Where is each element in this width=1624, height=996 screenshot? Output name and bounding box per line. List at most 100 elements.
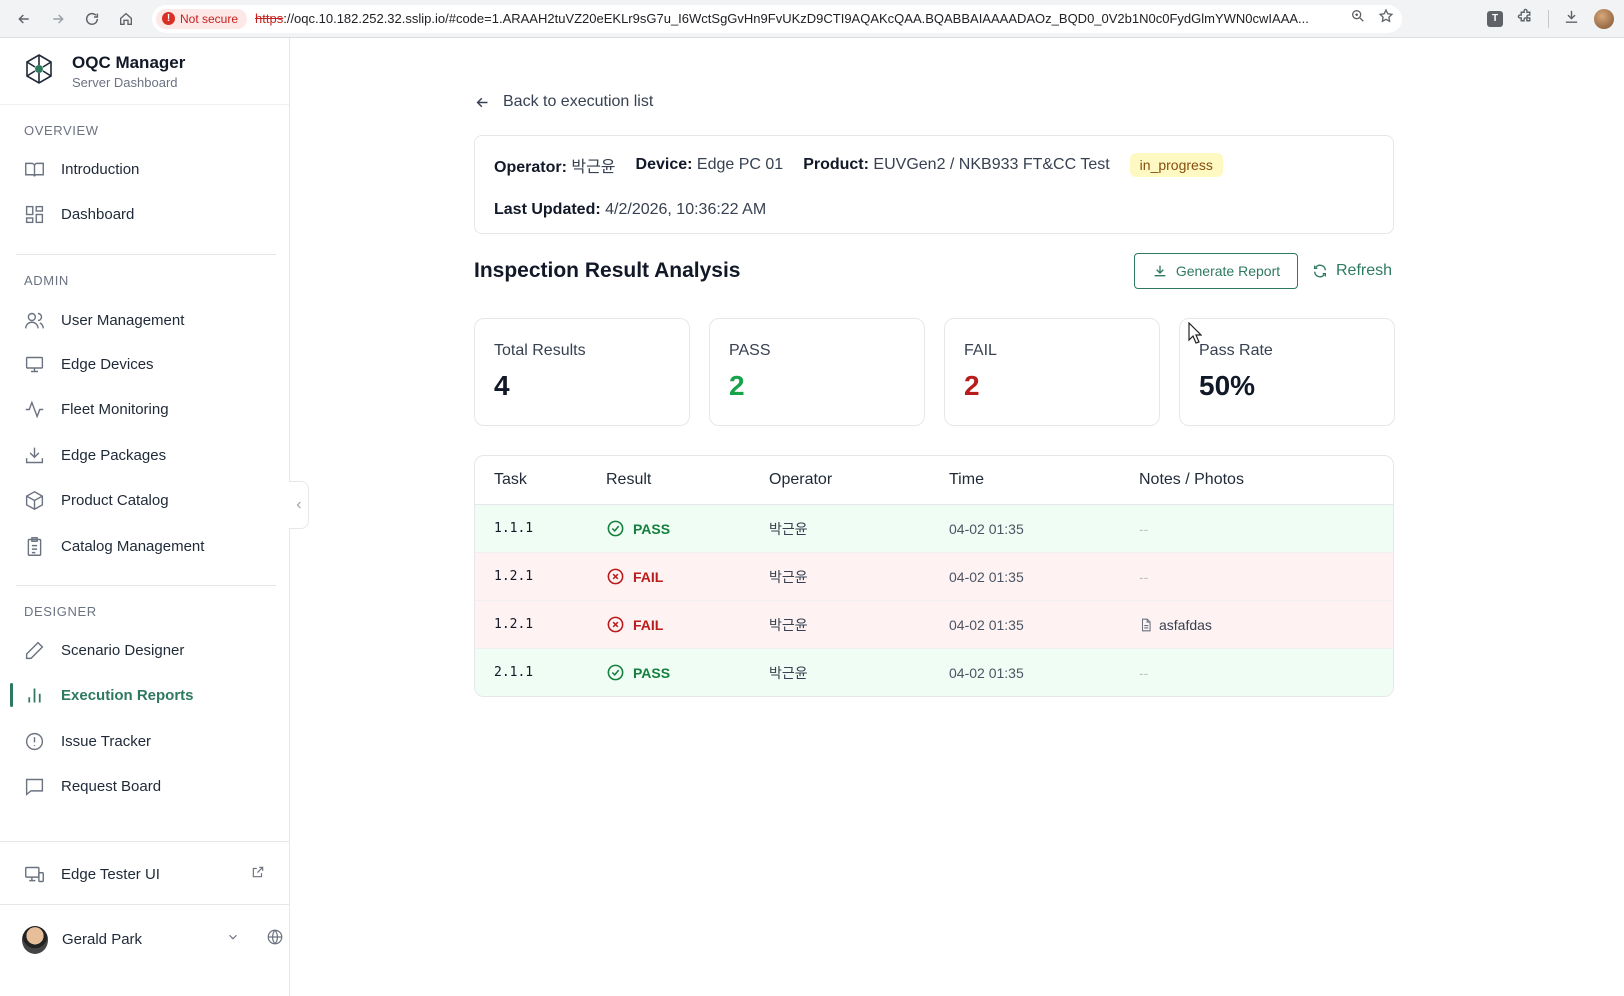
sidebar-item-label: Catalog Management <box>61 537 205 555</box>
extension-t-icon[interactable]: T <box>1487 10 1503 27</box>
back-icon[interactable] <box>10 5 38 33</box>
result-pass: PASS <box>606 519 769 538</box>
stat-label: FAIL <box>964 342 997 359</box>
refresh-label: Refresh <box>1336 262 1393 279</box>
column-header-operator[interactable]: Operator <box>769 471 949 489</box>
bookmark-star-icon[interactable] <box>1378 8 1394 29</box>
monitor-icon <box>25 356 44 372</box>
zoom-icon[interactable] <box>1350 8 1366 29</box>
sidebar-item-edge-packages[interactable]: Edge Packages <box>0 435 289 475</box>
row-time: 04-02 01:35 <box>949 616 1024 633</box>
table-row[interactable]: 2.1.1 PASS 박근윤 04-02 01:35 -- <box>475 649 1393 696</box>
profile-avatar-icon[interactable] <box>1594 8 1614 29</box>
avatar <box>22 925 48 954</box>
result-fail: FAIL <box>606 615 769 634</box>
brand[interactable]: OQC Manager Server Dashboard <box>0 38 289 105</box>
sidebar-item-edge-tester-ui[interactable]: Edge Tester UI <box>0 854 289 894</box>
sidebar-item-scenario-designer[interactable]: Scenario Designer <box>0 630 289 670</box>
table-row[interactable]: 1.2.1 FAIL 박근윤 04-02 01:35 -- <box>475 553 1393 601</box>
table-row[interactable]: 1.1.1 PASS 박근윤 04-02 01:35 -- <box>475 505 1393 553</box>
sidebar-item-request-board[interactable]: Request Board <box>0 766 289 806</box>
row-time: 04-02 01:35 <box>949 520 1024 537</box>
sidebar-item-introduction[interactable]: Introduction <box>0 149 289 189</box>
download-tray-icon <box>25 447 44 463</box>
bar-chart-icon <box>28 688 41 702</box>
sidebar-item-label: Issue Tracker <box>61 732 152 750</box>
url-text[interactable]: https://oqc.10.182.252.32.sslip.io/#code… <box>255 11 1342 26</box>
clipboard-icon <box>27 536 42 556</box>
grid-icon <box>25 205 44 223</box>
box-icon <box>25 490 44 510</box>
sidebar-item-label: Edge Devices <box>61 355 154 373</box>
table-header: Task Result Operator Time Notes / Photos <box>475 456 1393 505</box>
sidebar-item-issue-tracker[interactable]: Issue Tracker <box>0 721 289 761</box>
sidebar-item-edge-devices[interactable]: Edge Devices <box>0 344 289 384</box>
sidebar-item-catalog-management[interactable]: Catalog Management <box>0 526 289 566</box>
table-row[interactable]: 1.2.1 FAIL 박근윤 04-02 01:35 asfafdas <box>475 601 1393 649</box>
not-secure-chip[interactable]: ! Not secure <box>156 8 248 29</box>
sidebar-item-fleet-monitoring[interactable]: Fleet Monitoring <box>0 389 289 429</box>
sidebar: OQC Manager Server Dashboard OVERVIEW In… <box>0 38 290 996</box>
row-notes: -- <box>1139 520 1149 537</box>
section-label-overview: OVERVIEW <box>24 123 99 138</box>
extensions-puzzle-icon[interactable] <box>1517 8 1534 30</box>
book-icon <box>25 162 44 177</box>
chevron-left-icon <box>296 501 301 509</box>
row-note-link[interactable]: asfafdas <box>1139 617 1393 633</box>
row-operator: 박근윤 <box>769 520 808 537</box>
stat-label: Total Results <box>494 342 586 359</box>
result-fail: FAIL <box>606 567 769 586</box>
downloads-icon[interactable] <box>1563 8 1580 30</box>
result-pass: PASS <box>606 663 769 682</box>
stat-card-fail: FAIL 2 <box>944 318 1160 426</box>
column-header-time[interactable]: Time <box>949 471 1139 489</box>
check-circle-icon <box>607 520 624 537</box>
stat-label: PASS <box>729 342 771 359</box>
sidebar-item-label: User Management <box>61 311 185 329</box>
alert-circle-icon <box>25 732 44 750</box>
warning-icon: ! <box>162 12 175 25</box>
reload-icon[interactable] <box>78 5 106 33</box>
generate-report-label: Generate Report <box>1175 263 1281 279</box>
column-header-result[interactable]: Result <box>606 471 769 489</box>
column-header-task[interactable]: Task <box>475 471 606 489</box>
sidebar-item-label: Execution Reports <box>61 686 194 704</box>
sidebar-item-product-catalog[interactable]: Product Catalog <box>0 480 289 520</box>
sidebar-item-dashboard[interactable]: Dashboard <box>0 194 289 234</box>
task-id: 2.1.1 <box>494 665 534 680</box>
globe-icon[interactable] <box>266 928 284 951</box>
refresh-button[interactable]: Refresh <box>1312 253 1392 289</box>
external-link-icon <box>251 865 265 883</box>
brand-title: OQC Manager <box>72 52 186 72</box>
back-to-list-link[interactable]: Back to execution list <box>474 93 653 111</box>
stat-label: Pass Rate <box>1199 342 1273 359</box>
row-operator: 박근윤 <box>769 664 808 681</box>
home-icon[interactable] <box>112 5 140 33</box>
x-circle-icon <box>607 568 624 585</box>
forward-icon[interactable] <box>44 5 72 33</box>
stat-card-total: Total Results 4 <box>474 318 690 426</box>
file-text-icon <box>1141 618 1151 631</box>
section-title: Inspection Result Analysis <box>474 259 741 282</box>
pencil-icon <box>25 641 44 659</box>
address-bar[interactable]: ! Not secure https://oqc.10.182.252.32.s… <box>152 4 1402 33</box>
status-badge: in_progress <box>1129 153 1223 177</box>
toolbar-divider <box>1548 9 1549 28</box>
sidebar-item-label: Scenario Designer <box>61 641 185 659</box>
sidebar-divider <box>0 841 289 842</box>
sidebar-item-user-management[interactable]: User Management <box>0 300 289 340</box>
message-square-icon <box>25 778 44 796</box>
row-operator: 박근윤 <box>769 616 808 633</box>
task-id: 1.1.1 <box>494 521 534 536</box>
sidebar-item-label: Introduction <box>61 160 140 178</box>
mouse-cursor-icon <box>1188 321 1203 349</box>
generate-report-button[interactable]: Generate Report <box>1134 253 1298 289</box>
sidebar-collapse-button[interactable] <box>289 481 309 529</box>
url-scheme: https <box>255 11 284 26</box>
stat-value: 50% <box>1199 370 1256 401</box>
sidebar-item-execution-reports[interactable]: Execution Reports <box>0 675 289 715</box>
chevron-down-icon[interactable] <box>226 930 240 949</box>
operator-info: Operator: 박근윤 <box>494 159 616 176</box>
user-menu[interactable]: Gerald Park <box>0 904 289 974</box>
column-header-notes[interactable]: Notes / Photos <box>1139 471 1393 489</box>
